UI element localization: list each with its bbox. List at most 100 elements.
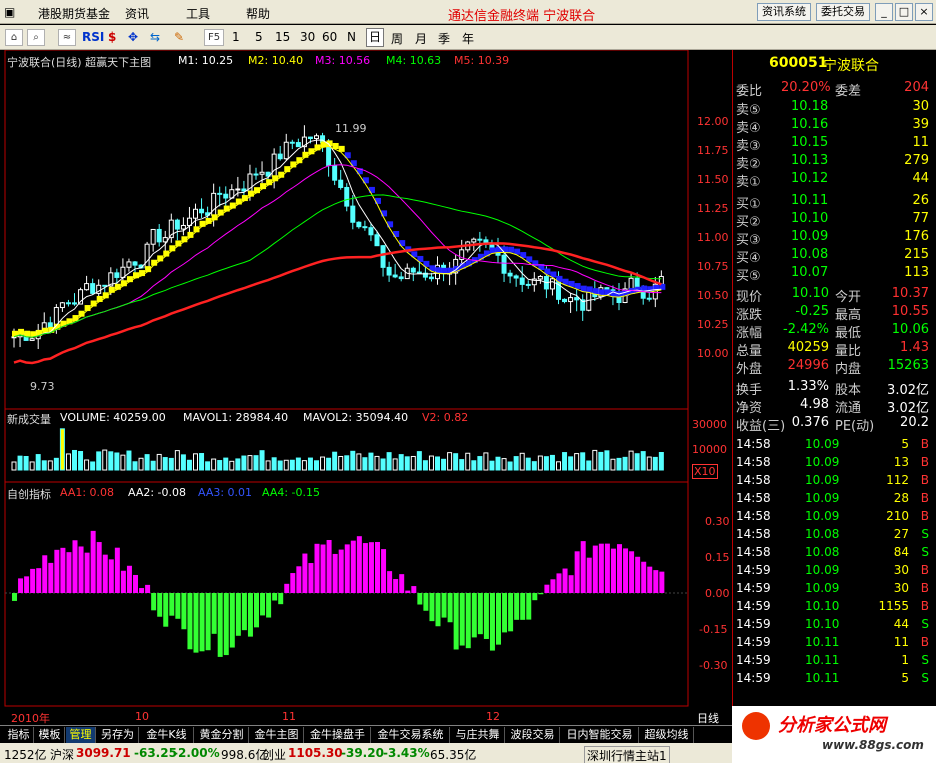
pen-icon[interactable]: ✎	[174, 30, 184, 44]
sell-price: 10.12	[791, 171, 829, 186]
sell-volume: 11	[912, 135, 929, 150]
volume-bar	[47, 460, 53, 471]
osc-tick: 0.15	[705, 551, 730, 564]
info-system-button[interactable]: 资讯系统	[757, 3, 811, 21]
menu-tools[interactable]: 工具	[186, 5, 210, 22]
tab-指标[interactable]: 指标	[4, 727, 34, 743]
move-icon[interactable]: ✥	[128, 30, 138, 44]
status-server[interactable]: 深圳行情主站1	[584, 746, 670, 763]
menu-market[interactable]: 港股期货基金	[38, 5, 110, 22]
stat-row: 换手 1.33% 股本 3.02亿	[733, 378, 936, 398]
volume-bar	[271, 457, 277, 471]
osc-bar	[653, 570, 659, 593]
osc-bar	[441, 593, 447, 618]
volume-bar	[404, 456, 410, 471]
minimize-button[interactable]: _	[875, 3, 893, 21]
volume-bar	[416, 451, 422, 471]
volume-bar	[471, 460, 477, 471]
osc-bar	[520, 593, 526, 620]
volume-bar	[622, 456, 628, 471]
buy-price: 10.10	[791, 211, 829, 226]
trade-button[interactable]: 委托交易	[816, 3, 870, 21]
tab-金牛K线[interactable]: 金牛K线	[140, 727, 194, 743]
osc-tick: -0.30	[699, 659, 728, 672]
volume-bar	[350, 450, 356, 471]
tab-与庄共舞[interactable]: 与庄共舞	[451, 727, 505, 743]
tab-管理[interactable]: 管理	[66, 727, 96, 743]
wc-value: 204	[904, 80, 929, 95]
period-day[interactable]: 日	[366, 28, 385, 47]
tab-金牛主图[interactable]: 金牛主图	[250, 727, 304, 743]
osc-bar	[617, 544, 622, 593]
period-60[interactable]: 60	[322, 30, 337, 44]
volume-bar	[41, 460, 47, 471]
kline-chart[interactable]	[0, 50, 732, 725]
maximize-button[interactable]: □	[895, 3, 913, 21]
ma4-line	[13, 194, 662, 338]
f5-icon[interactable]: F5	[204, 29, 224, 46]
app-icon[interactable]: ▣	[4, 5, 15, 19]
tab-模板[interactable]: 模板	[35, 727, 65, 743]
close-button[interactable]: ×	[915, 3, 933, 21]
sell-volume: 279	[904, 153, 929, 168]
tab-波段交易[interactable]: 波段交易	[506, 727, 560, 743]
period-5[interactable]: 5	[255, 30, 263, 44]
dollar-icon[interactable]: $	[108, 30, 116, 44]
tick-price: 10.09	[805, 437, 840, 451]
menu-help[interactable]: 帮助	[246, 5, 270, 22]
volume-bar	[138, 457, 144, 471]
volume-bar	[301, 460, 307, 471]
candle-body	[634, 277, 640, 289]
volume-bar	[338, 455, 344, 471]
tick-volume: 30	[893, 581, 909, 595]
ma1-label: M1: 10.25	[178, 54, 234, 67]
osc-bar	[30, 568, 36, 593]
volume-bar	[289, 459, 295, 471]
osc-tick: 0.30	[705, 515, 730, 528]
volume-bar	[23, 455, 29, 471]
volume-bar	[114, 452, 120, 471]
tick-time: 14:58	[736, 455, 771, 469]
chart-area[interactable]: 宁波联合(日线) 超赢天下主图 M1: 10.25 M2: 10.40 M3: …	[0, 50, 732, 725]
osc-bar	[18, 578, 24, 593]
zoom-icon[interactable]: ⌕	[27, 29, 45, 46]
period-quarter[interactable]: 季	[438, 30, 450, 47]
candle-body	[368, 227, 374, 236]
period-30[interactable]: 30	[300, 30, 315, 44]
rsi-icon[interactable]: RSI	[82, 30, 104, 44]
menu-info[interactable]: 资讯	[125, 5, 149, 22]
volume-bar	[519, 452, 525, 471]
period-week[interactable]: 周	[391, 30, 403, 47]
tick-side: S	[921, 671, 929, 685]
status-sh-label: 沪深	[50, 748, 75, 762]
tab-日内智能交易[interactable]: 日内智能交易	[561, 727, 639, 743]
chart-icon[interactable]: ⌂	[5, 29, 23, 46]
trend-block	[592, 288, 599, 295]
osc-bar	[629, 551, 635, 593]
trend-block	[18, 328, 25, 335]
candle-body	[513, 275, 519, 279]
tick-side: S	[921, 653, 929, 667]
period-1[interactable]: 1	[232, 30, 240, 44]
period-year[interactable]: 年	[462, 30, 474, 47]
osc-bar	[338, 549, 344, 593]
tab-超级均线[interactable]: 超级均线	[640, 727, 694, 743]
tab-金牛操盘手[interactable]: 金牛操盘手	[305, 727, 371, 743]
period-month[interactable]: 月	[415, 30, 427, 47]
tab-另存为[interactable]: 另存为	[97, 727, 139, 743]
candle-body	[59, 302, 65, 309]
tab-金牛交易系统[interactable]: 金牛交易系统	[372, 727, 450, 743]
candle-body	[344, 186, 350, 207]
osc-bar	[145, 584, 151, 593]
export-icon[interactable]: ⇆	[150, 30, 160, 44]
stat-value: 0.376	[791, 415, 829, 430]
tick-row: 14:58 10.09 210 B	[733, 508, 936, 526]
osc-bar	[411, 586, 417, 593]
tick-price: 10.10	[805, 599, 840, 613]
candle-body	[241, 188, 247, 192]
tab-黄金分割[interactable]: 黄金分割	[195, 727, 249, 743]
period-15[interactable]: 15	[275, 30, 290, 44]
tick-volume: 84	[893, 545, 909, 559]
indicator-icon[interactable]: ≈	[58, 29, 76, 46]
period-n[interactable]: N	[347, 30, 356, 44]
